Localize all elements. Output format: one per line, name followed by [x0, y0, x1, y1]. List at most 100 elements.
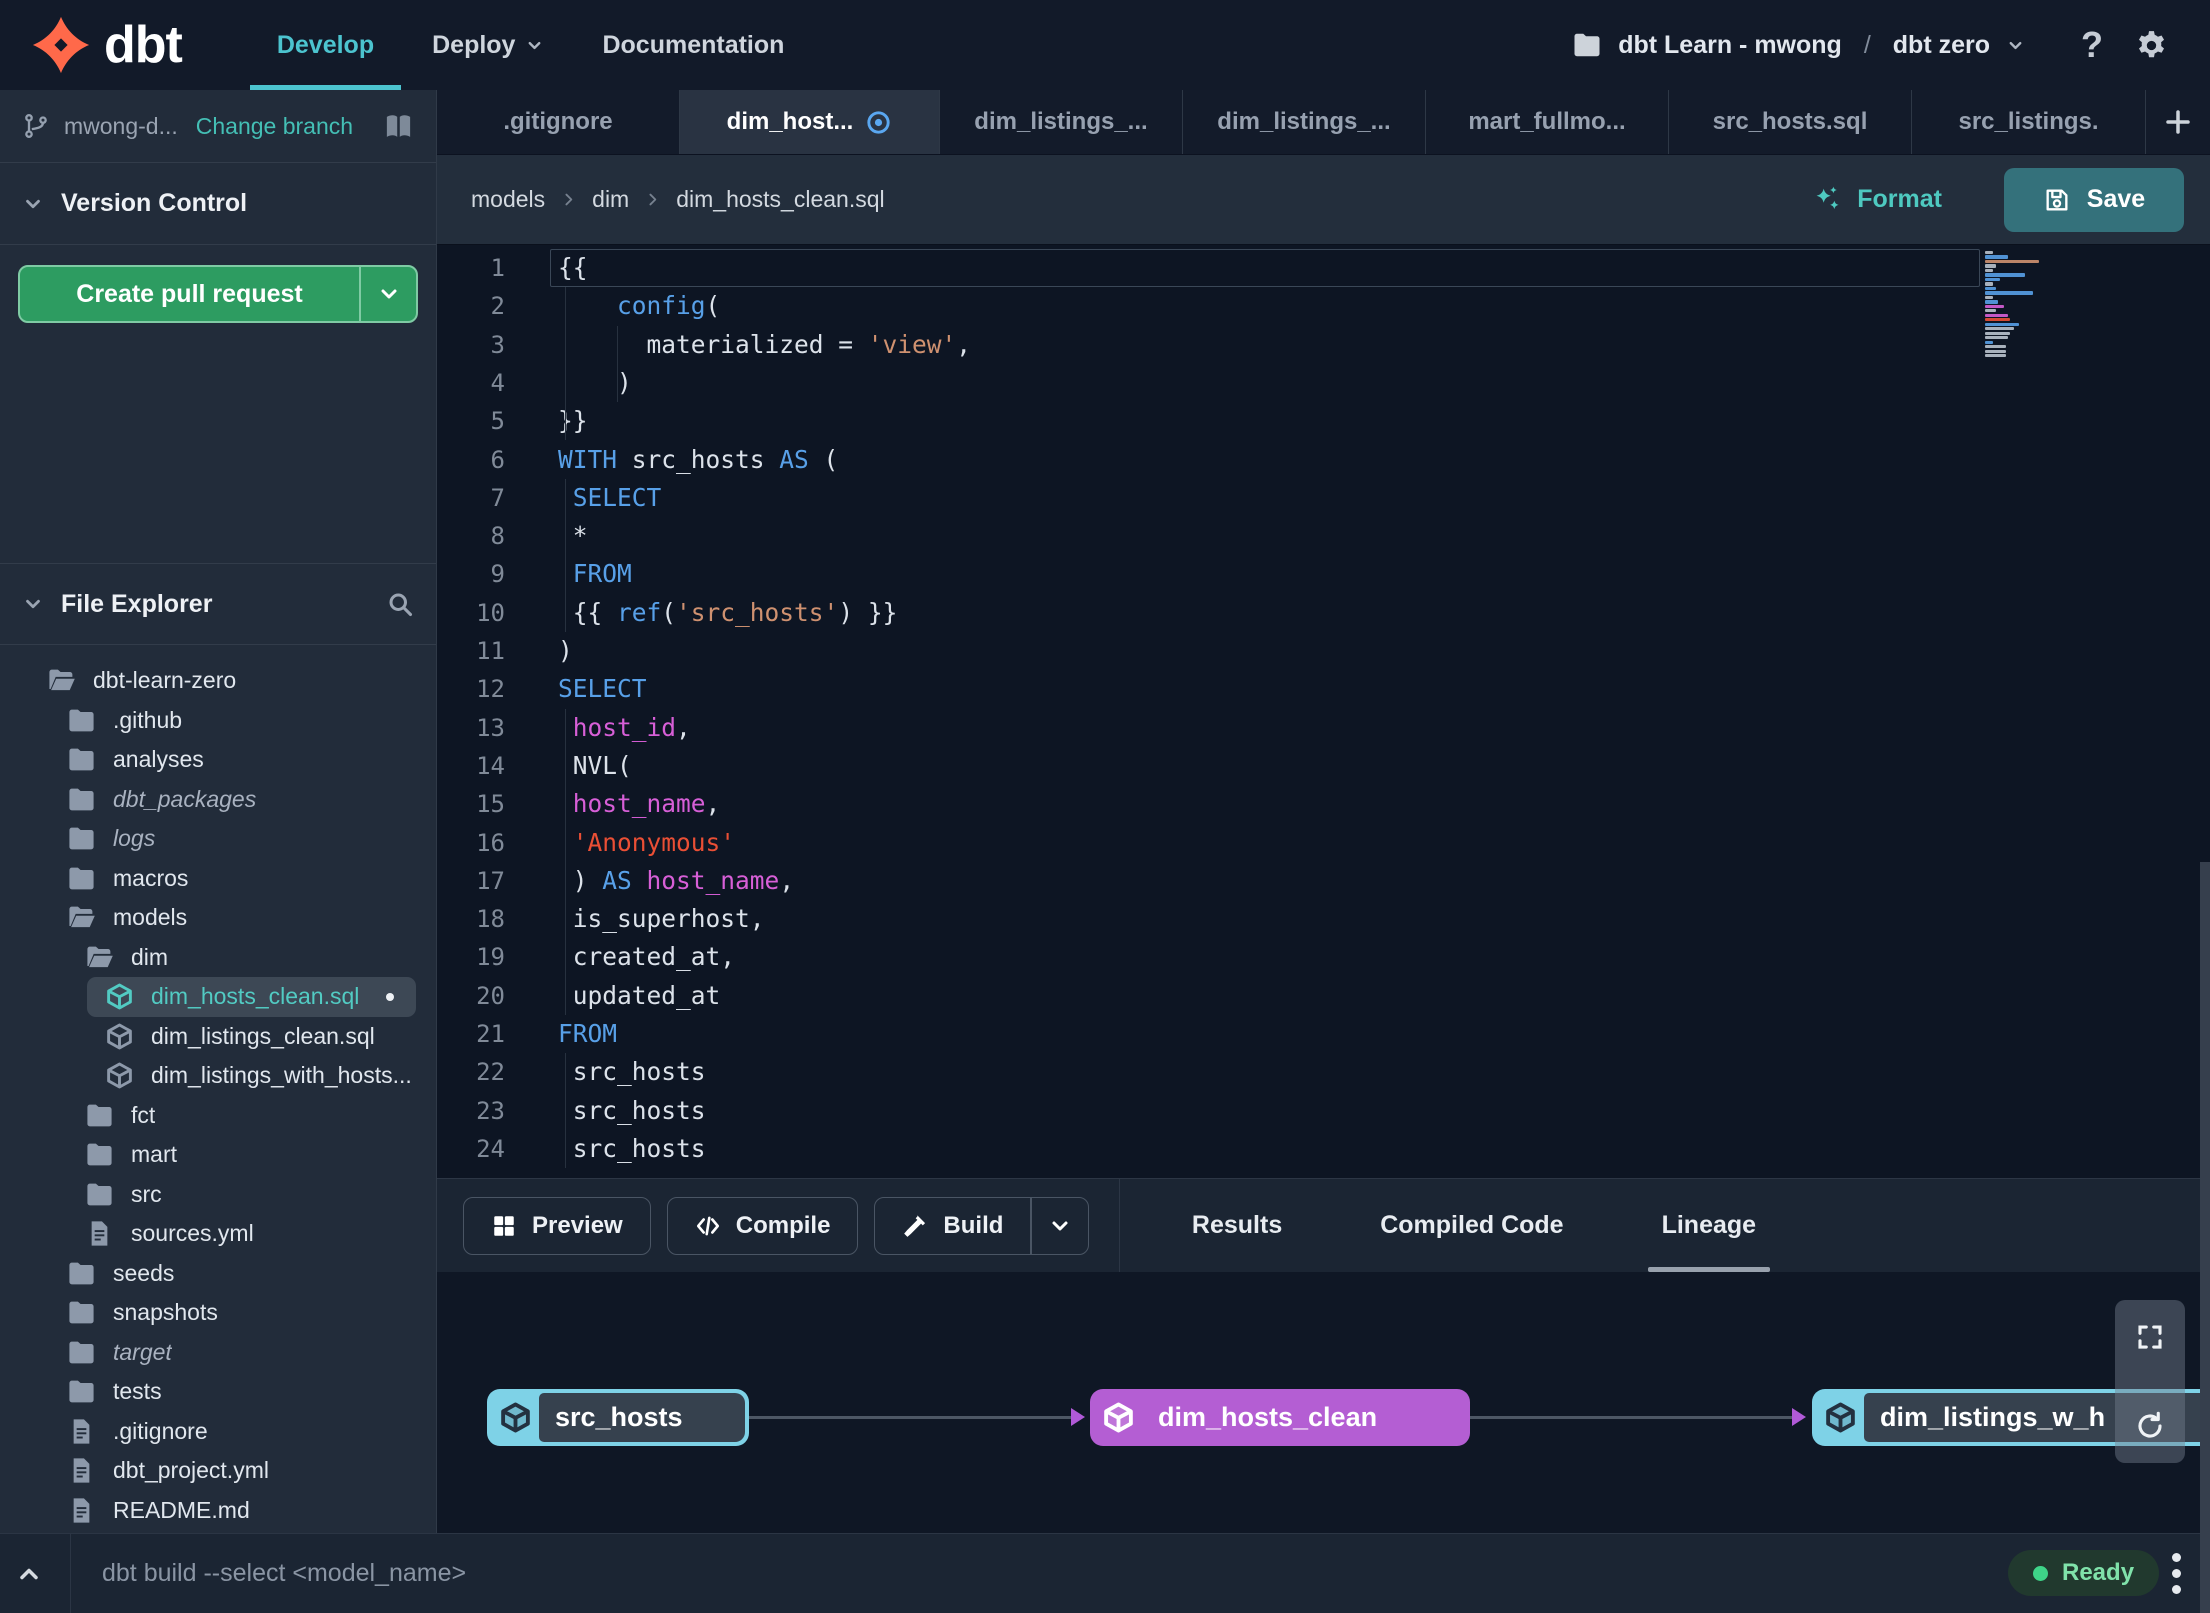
code-line[interactable]: 9 FROM	[437, 555, 2210, 593]
refresh-icon[interactable]	[2135, 1411, 2165, 1441]
folder-icon	[66, 1297, 97, 1328]
panel-divider	[1118, 1178, 1120, 1273]
code-line[interactable]: 3 materialized = 'view',	[437, 326, 2210, 364]
tree-item-dim[interactable]: dim	[0, 938, 436, 978]
tree-item-dim_hosts_clean.sql[interactable]: dim_hosts_clean.sql	[87, 977, 416, 1017]
code-line[interactable]: 21 FROM	[437, 1015, 2210, 1053]
tree-item-analyses[interactable]: analyses	[0, 740, 436, 780]
new-tab-button[interactable]	[2146, 90, 2210, 154]
build-button-main[interactable]: Build	[875, 1198, 1030, 1254]
preview-button[interactable]: Preview	[463, 1196, 651, 1255]
search-icon[interactable]	[386, 590, 414, 618]
tree-item-fct[interactable]: fct	[0, 1096, 436, 1136]
nav-documentation[interactable]: Documentation	[573, 0, 813, 90]
code-line[interactable]: 12 SELECT	[437, 670, 2210, 708]
breadcrumb-models[interactable]: models	[471, 186, 545, 213]
tree-item-dim_listings_with_hosts...[interactable]: dim_listings_with_hosts...	[0, 1056, 436, 1096]
editor-tab-7[interactable]: src_listings.	[1912, 90, 2146, 154]
code-line[interactable]: 2 config(	[437, 287, 2210, 325]
tree-item-snapshots[interactable]: snapshots	[0, 1293, 436, 1333]
code-line[interactable]: 20 updated_at	[437, 977, 2210, 1015]
save-button[interactable]: Save	[2004, 167, 2184, 232]
build-dropdown[interactable]	[1032, 1198, 1088, 1254]
create-pull-request-dropdown[interactable]	[361, 267, 416, 321]
project-name[interactable]: dbt zero	[1893, 31, 1990, 60]
dbt-logo[interactable]: dbt	[30, 14, 183, 76]
nav-deploy[interactable]: Deploy	[403, 0, 573, 90]
tree-item-dbt-learn-zero[interactable]: dbt-learn-zero	[0, 661, 436, 701]
code-line[interactable]: 15 host_name,	[437, 785, 2210, 823]
code-line[interactable]: 10 {{ ref('src_hosts') }}	[437, 594, 2210, 632]
code-line[interactable]: 11)	[437, 632, 2210, 670]
code-line[interactable]: 22 src_hosts	[437, 1053, 2210, 1091]
tree-item-.gitignore[interactable]: .gitignore	[0, 1412, 436, 1452]
lineage-arrowhead	[1792, 1408, 1806, 1426]
code-line[interactable]: 7 SELECT	[437, 479, 2210, 517]
code-line[interactable]: 19 created_at,	[437, 938, 2210, 976]
compile-button[interactable]: Compile	[666, 1196, 859, 1255]
tab-results[interactable]: Results	[1192, 1179, 1282, 1272]
breadcrumb-dim[interactable]: dim	[592, 186, 629, 213]
editor-tab-3[interactable]: dim_listings_...	[940, 90, 1183, 154]
tree-item-dbt_packages[interactable]: dbt_packages	[0, 780, 436, 820]
tree-item-macros[interactable]: macros	[0, 859, 436, 899]
tree-item-models[interactable]: models	[0, 898, 436, 938]
fullscreen-icon[interactable]	[2135, 1322, 2165, 1352]
tree-item-seeds[interactable]: seeds	[0, 1254, 436, 1294]
lineage-node-dim_hosts_clean[interactable]: dim_hosts_clean	[1090, 1389, 1470, 1446]
code-editor[interactable]: 1{{2 config(3 materialized = 'view', 4 ) 5…	[437, 245, 2210, 1178]
tab-compiled-code[interactable]: Compiled Code	[1380, 1179, 1563, 1272]
lineage-node-src_hosts[interactable]: src_hosts	[487, 1389, 749, 1446]
code-line[interactable]: 17 ) AS host_name,	[437, 862, 2210, 900]
version-control-header[interactable]: Version Control	[0, 163, 436, 245]
code-line[interactable]: 14 NVL(	[437, 747, 2210, 785]
tree-item-target[interactable]: target	[0, 1333, 436, 1373]
tree-item-logs[interactable]: logs	[0, 819, 436, 859]
tree-item-tests[interactable]: tests	[0, 1372, 436, 1412]
folder-icon	[66, 705, 97, 736]
code-line[interactable]: 8 *	[437, 517, 2210, 555]
code-line[interactable]: 1{{	[437, 249, 2210, 287]
editor-tab-6[interactable]: src_hosts.sql	[1669, 90, 1912, 154]
gear-icon[interactable]	[2135, 29, 2168, 62]
code-line[interactable]: 23 src_hosts	[437, 1092, 2210, 1130]
tree-item-src[interactable]: src	[0, 1175, 436, 1215]
code-line[interactable]: 18 is_superhost,	[437, 900, 2210, 938]
account-name[interactable]: dbt Learn - mwong	[1618, 31, 1842, 60]
tree-item-dbt_project.yml[interactable]: dbt_project.yml	[0, 1451, 436, 1491]
tree-item-.github[interactable]: .github	[0, 701, 436, 741]
scrollbar[interactable]	[2200, 862, 2210, 1613]
tab-lineage[interactable]: Lineage	[1647, 1179, 1771, 1272]
editor-tab-2[interactable]: dim_host...	[680, 90, 940, 154]
editor-tab-5[interactable]: mart_fullmo...	[1426, 90, 1669, 154]
tree-item-readme.md[interactable]: README.md	[0, 1491, 436, 1531]
format-button[interactable]: Format	[1811, 184, 1942, 216]
line-number: 1	[490, 254, 505, 282]
code-line[interactable]: 4 )	[437, 364, 2210, 402]
nav-develop[interactable]: Develop	[248, 0, 403, 90]
tree-item-sources.yml[interactable]: sources.yml	[0, 1214, 436, 1254]
chevron-up-icon[interactable]	[15, 1560, 43, 1588]
editor-tab-4[interactable]: dim_listings_...	[1183, 90, 1426, 154]
code-line[interactable]: 13 host_id,	[437, 709, 2210, 747]
file-explorer-header[interactable]: File Explorer	[0, 563, 436, 645]
current-line-highlight	[550, 249, 1980, 287]
code-line[interactable]: 5}}	[437, 402, 2210, 440]
tree-item-mart[interactable]: mart	[0, 1135, 436, 1175]
line-number: 23	[476, 1096, 505, 1125]
editor-tab-1[interactable]: .gitignore	[437, 90, 680, 154]
book-icon[interactable]	[383, 111, 414, 142]
help-icon[interactable]: ?	[2081, 24, 2103, 66]
change-branch-link[interactable]: Change branch	[196, 113, 353, 140]
chevron-down-icon[interactable]	[2006, 36, 2025, 55]
kebab-menu-icon[interactable]	[2172, 1553, 2181, 1594]
line-number: 15	[476, 790, 505, 819]
code-line[interactable]: 24 src_hosts	[437, 1130, 2210, 1168]
command-input[interactable]: dbt build --select <model_name>	[102, 1534, 466, 1613]
code-line[interactable]: 6 WITH src_hosts AS (	[437, 441, 2210, 479]
code-line[interactable]: 16 'Anonymous'	[437, 824, 2210, 862]
create-pull-request-main[interactable]: Create pull request	[20, 267, 359, 321]
minimap[interactable]	[1985, 251, 2041, 359]
tree-item-dim_listings_clean.sql[interactable]: dim_listings_clean.sql	[0, 1017, 436, 1057]
create-pull-request-button: Create pull request	[18, 265, 418, 323]
